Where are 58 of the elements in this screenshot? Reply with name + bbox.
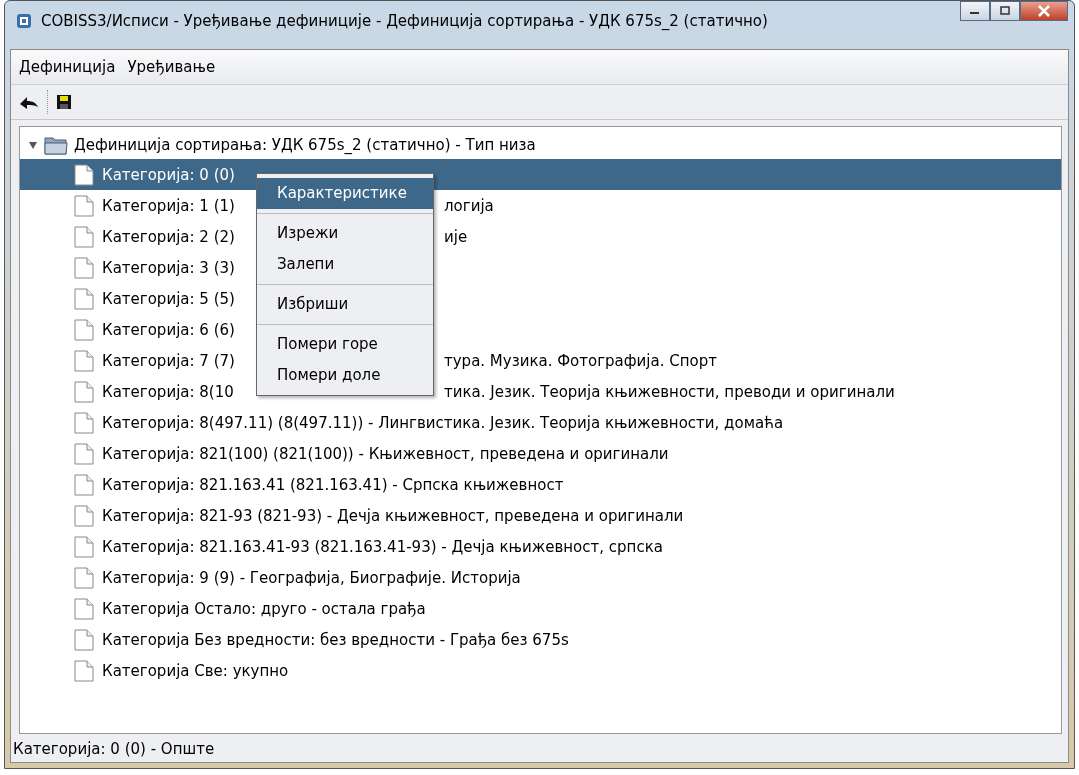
- document-icon: [74, 287, 94, 310]
- menu-item[interactable]: Уређивање: [125, 58, 218, 76]
- status-text: Категорија: 0 (0) - Опште: [12, 739, 216, 760]
- tree-item-label[interactable]: Категорија Остало: друго - остала грађа: [102, 599, 426, 618]
- save-button[interactable]: [54, 92, 74, 112]
- document-icon: [74, 442, 94, 465]
- document-icon: [74, 349, 94, 372]
- document-icon: [74, 597, 94, 620]
- context-menu-item[interactable]: Помери горе: [257, 329, 433, 360]
- maximize-icon: [998, 6, 1012, 16]
- tree-item-label[interactable]: Категорија: 0 (0): [102, 165, 235, 184]
- document-icon: [74, 535, 94, 558]
- document-icon: [74, 628, 94, 651]
- tree-item-label[interactable]: Категорија: 1 (1): [102, 196, 235, 215]
- menu-item[interactable]: Дефиниција: [17, 58, 118, 76]
- tree-item-label[interactable]: Категорија: 6 (6): [102, 320, 235, 339]
- tree-item-label[interactable]: Категорија: 2 (2): [102, 227, 235, 246]
- document-icon: [74, 225, 94, 248]
- tree-item-label: ије: [444, 227, 468, 246]
- document-icon: [74, 256, 94, 279]
- document-icon: [74, 504, 94, 527]
- tree-item-label[interactable]: Категорија: 5 (5): [102, 289, 235, 308]
- tree-item-label[interactable]: Категорија Све: укупно: [102, 661, 289, 680]
- tree-item-label: логија: [444, 196, 494, 215]
- tree-root-label[interactable]: Дефиниција сортирања: УДК 675s_2 (статично) - Тип низа: [74, 135, 536, 154]
- context-menu-item[interactable]: Помери доле: [257, 360, 433, 391]
- tree-item-label: тура. Музика. Фотографија. Спорт: [444, 351, 717, 370]
- context-menu-item[interactable]: Залепи: [257, 249, 433, 280]
- tree-item-label: тика. Језик. Теорија књижевности, преводи и оригинали: [444, 382, 895, 401]
- context-menu-item[interactable]: Избриши: [257, 289, 433, 320]
- tree-item-label[interactable]: Категорија: 821(100) (821(100)) - Књижевност, преведена и оригинали: [102, 444, 669, 463]
- document-icon: [74, 566, 94, 589]
- expand-toggle-icon[interactable]: [28, 139, 38, 150]
- document-icon: [74, 411, 94, 434]
- document-icon: [74, 163, 94, 186]
- document-icon: [74, 659, 94, 682]
- tree-item-label[interactable]: Категорија Без вредности: без вредности - Грађа без 675s: [102, 630, 569, 649]
- context-menu-item[interactable]: Изрежи: [257, 218, 433, 249]
- document-icon: [74, 194, 94, 217]
- document-icon: [74, 473, 94, 496]
- close-button[interactable]: [1020, 1, 1068, 21]
- document-icon: [74, 318, 94, 341]
- minimize-button[interactable]: [960, 1, 990, 21]
- tree-item-label[interactable]: Категорија: 821.163.41 (821.163.41) - Српска књижевност: [102, 475, 564, 494]
- app-icon: [15, 12, 33, 30]
- tree-item-label[interactable]: Категорија: 821-93 (821-93) - Дечја књижевност, преведена и оригинали: [102, 506, 684, 525]
- tree-item-label[interactable]: Категорија: 9 (9) - Географија, Биографије. Историја: [102, 568, 521, 587]
- document-icon: [74, 380, 94, 403]
- tree-item-label[interactable]: Категорија: 7 (7): [102, 351, 235, 370]
- tree-item-label[interactable]: Категорија: 821.163.41-93 (821.163.41-93) - Дечја књижевност, српска: [102, 537, 663, 556]
- close-icon: [1037, 5, 1051, 17]
- maximize-button[interactable]: [990, 1, 1020, 21]
- window-title: COBISS3/Исписи - Уређивање дефиниције - Дефиниција сортирања - УДК 675s_2 (статично): [41, 12, 768, 30]
- folder-icon: [44, 134, 68, 155]
- context-menu-item[interactable]: Карактеристике: [257, 178, 433, 209]
- tree-item-label[interactable]: Категорија: 8(10: [102, 382, 234, 401]
- tree-item-label[interactable]: Категорија: 3 (3): [102, 258, 235, 277]
- tree-item-label[interactable]: Категорија: 8(497.11) (8(497.11)) - Лингвистика. Језик. Теорија књижевности, домаћа: [102, 413, 784, 432]
